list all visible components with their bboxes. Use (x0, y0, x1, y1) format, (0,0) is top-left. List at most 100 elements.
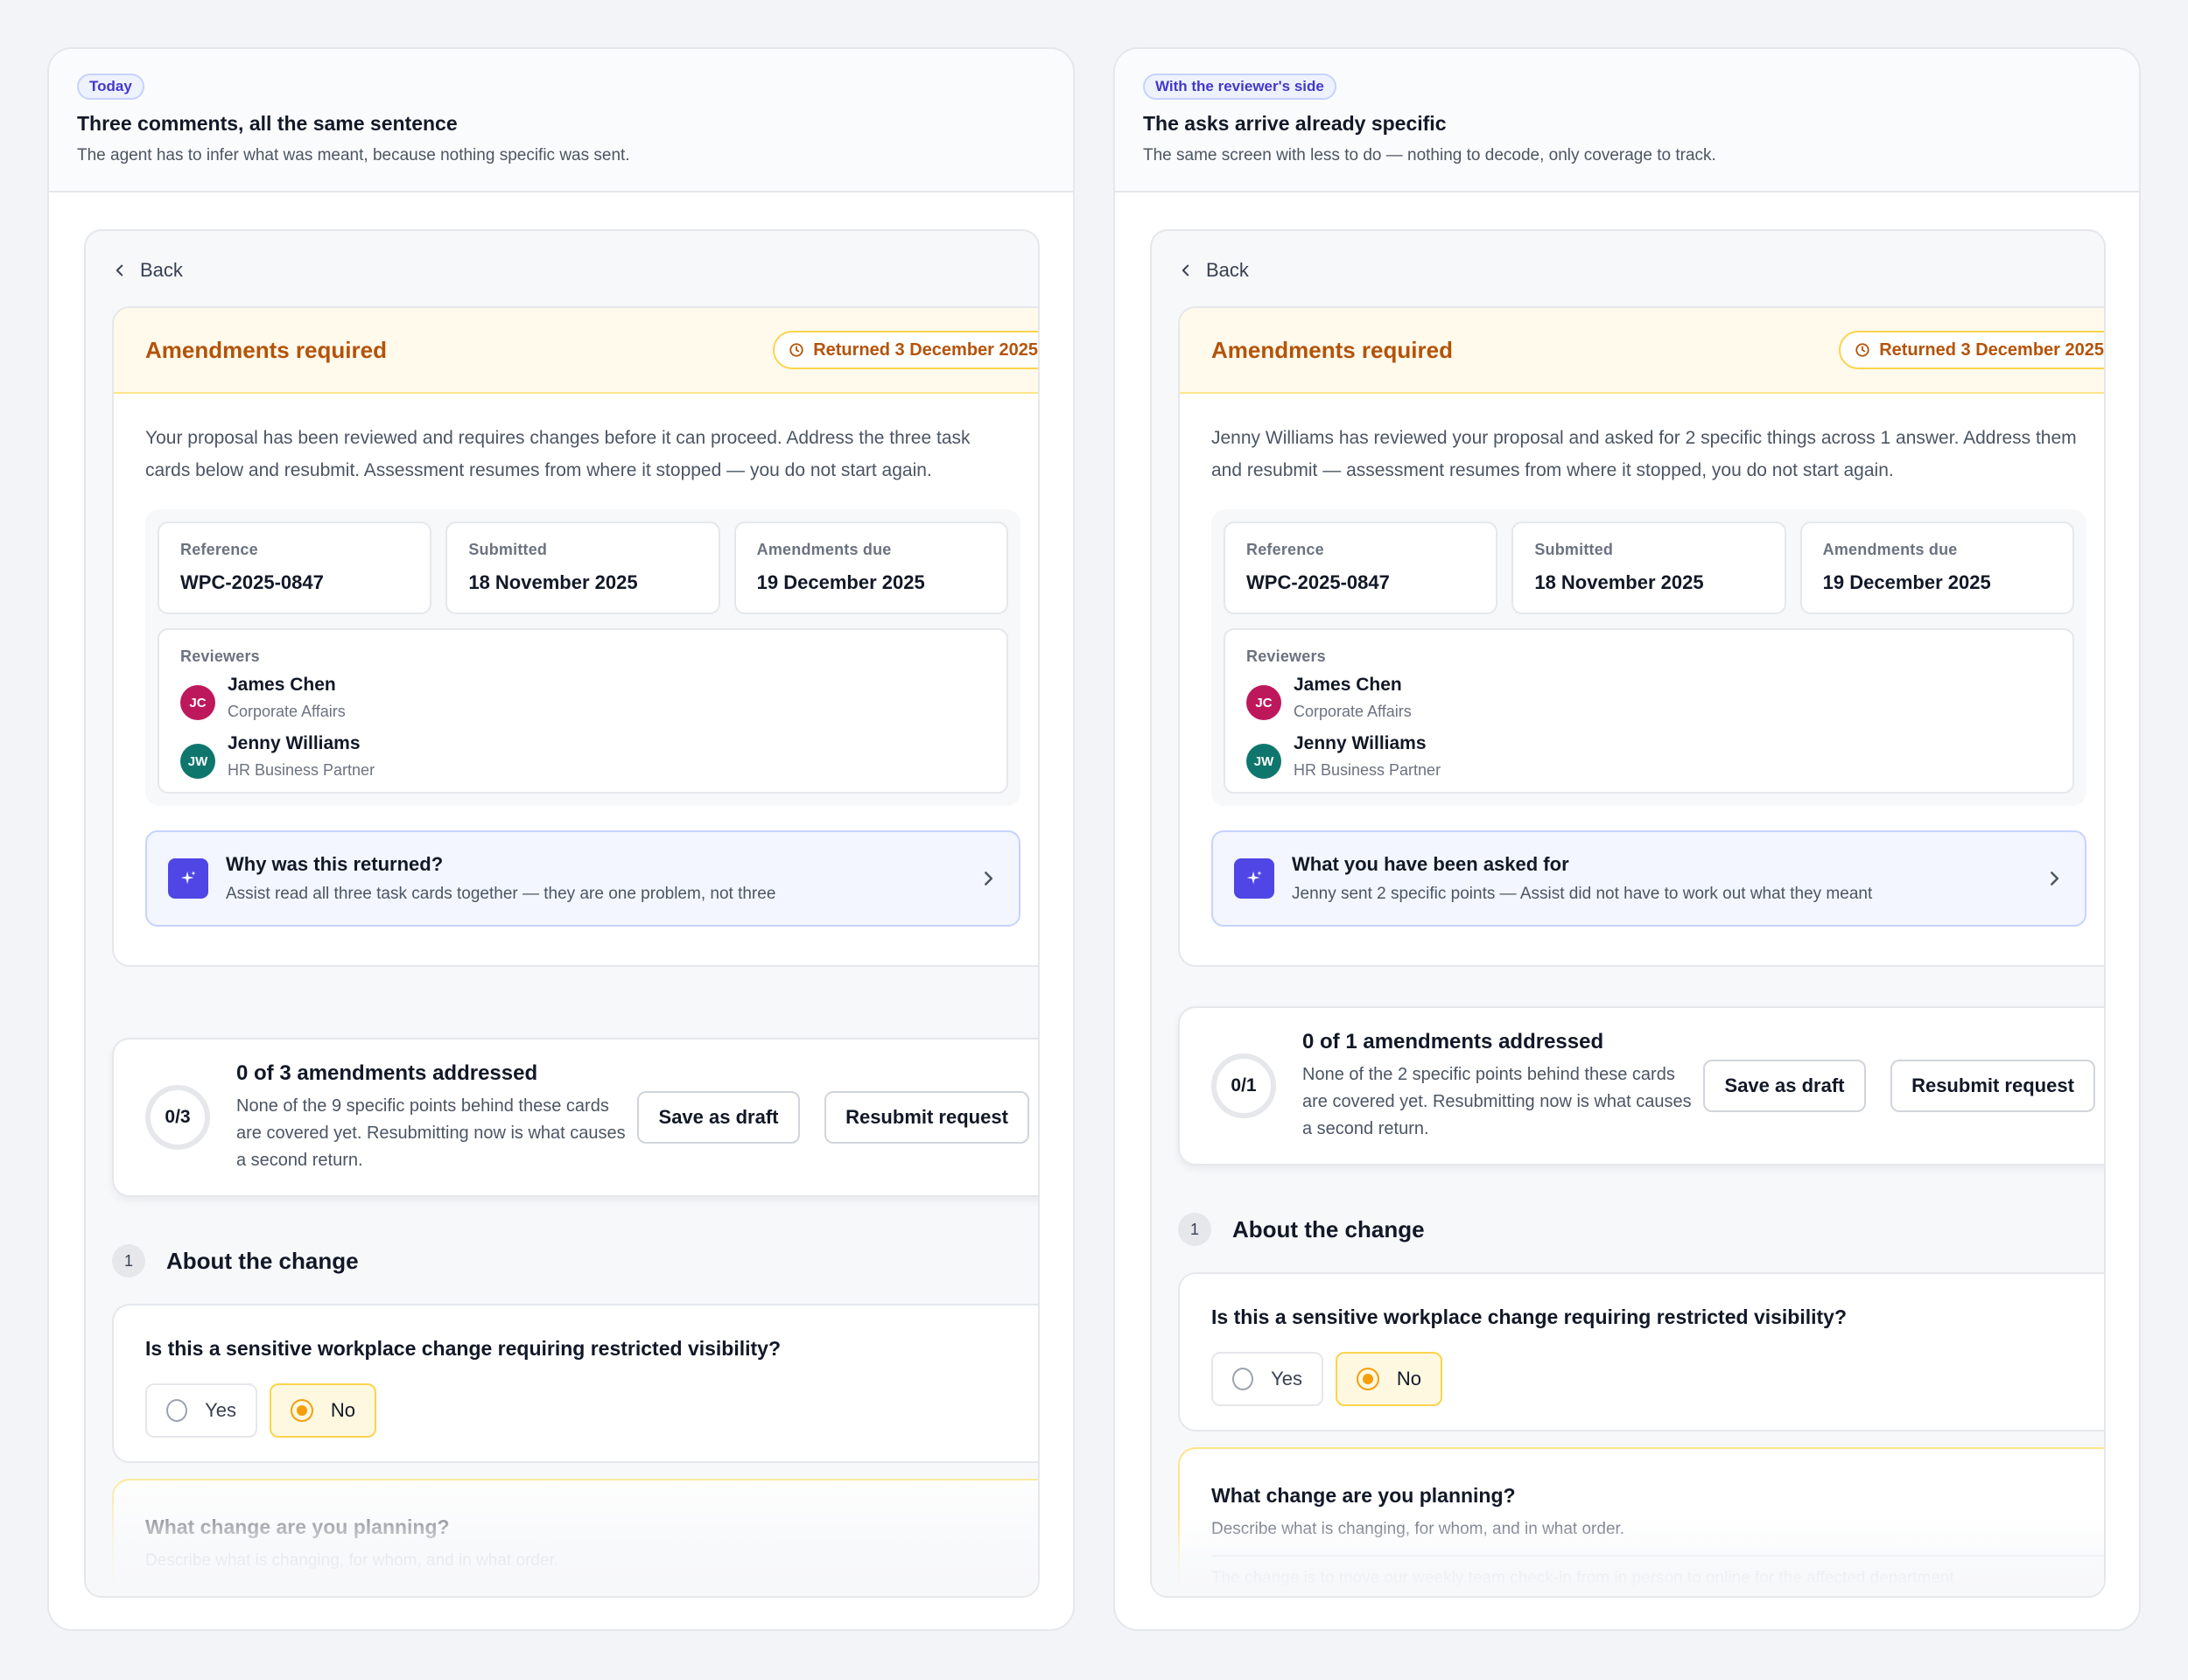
why-returned-card[interactable]: Why was this returned? Assist read all t… (145, 830, 1020, 927)
panel-header: Today Three comments, all the same sente… (49, 49, 1073, 192)
clock-icon (1855, 343, 1869, 357)
asked-for-card[interactable]: What you have been asked for Jenny sent … (1211, 830, 2086, 927)
progress-card: 0/1 0 of 1 amendments addressed None of … (1178, 1006, 2104, 1166)
request-details: Reference WPC-2025-0847 Submitted 18 Nov… (1211, 509, 2086, 806)
plan-card: What change are you planning? Describe w… (112, 1479, 1038, 1596)
meta-label: Reference (1246, 541, 1324, 558)
reviewers-label: Reviewers (180, 648, 260, 665)
meta-label: Reference (180, 541, 258, 558)
panel-title: The asks arrive already specific (1143, 112, 1447, 135)
progress-card: 0/3 0 of 3 amendments addressed None of … (112, 1038, 1038, 1197)
amendments-due-box: Amendments due 19 December 2025 (1799, 522, 2074, 614)
section-header: 1 About the change (112, 1244, 359, 1278)
panel-title: Three comments, all the same sentence (77, 112, 458, 135)
back-label: Back (1206, 259, 1249, 281)
assist-subtitle: Jenny sent 2 specific points — Assist di… (1292, 885, 1873, 903)
panel-tag: With the reviewer's side (1143, 74, 1336, 100)
save-draft-button[interactable]: Save as draft (1703, 1060, 1866, 1112)
avatar: JW (180, 744, 215, 779)
meta-label: Amendments due (756, 541, 892, 558)
radio-no[interactable]: No (270, 1383, 376, 1438)
amendments-due-value: 19 December 2025 (756, 571, 925, 593)
meta-label: Submitted (1534, 541, 1614, 558)
plan-title: What change are you planning? (1211, 1484, 1516, 1507)
progress-subtitle: None of the 2 specific points behind the… (1302, 1064, 1692, 1138)
amendments-header: Amendments required Returned 3 December … (114, 308, 1038, 394)
amendments-intro: Jenny Williams has reviewed your proposa… (1211, 428, 2077, 480)
reference-box: Reference WPC-2025-0847 (1224, 522, 1498, 614)
submitted-value: 18 November 2025 (468, 571, 638, 593)
amendments-title: Amendments required (145, 336, 387, 363)
sparkle-icon (1234, 858, 1274, 899)
returned-badge: Returned 3 December 2025 (773, 331, 1038, 369)
app-screen-frame: Back Amendments required Returned 3 Dece… (84, 229, 1040, 1598)
back-link[interactable]: Back (1178, 257, 1249, 284)
progress-subtitle: None of the 9 specific points behind the… (236, 1096, 626, 1170)
radio-group: Yes No (145, 1383, 1038, 1438)
radio-yes[interactable]: Yes (145, 1383, 257, 1438)
question-card: Is this a sensitive workplace change req… (112, 1304, 1038, 1463)
reviewer-item: JC James Chen Corporate Affairs (1246, 673, 2051, 721)
reviewer-role: HR Business Partner (1294, 761, 1441, 779)
radio-label: No (1396, 1368, 1421, 1390)
radio-no[interactable]: No (1336, 1352, 1442, 1406)
back-link[interactable]: Back (112, 257, 183, 284)
avatar: JC (1246, 685, 1281, 720)
reference-value: WPC-2025-0847 (1246, 571, 1390, 593)
amendments-card: Amendments required Returned 3 December … (112, 306, 1038, 967)
radio-circle (291, 1399, 313, 1422)
radio-label: Yes (205, 1399, 236, 1421)
returned-badge: Returned 3 December 2025 (1839, 331, 2104, 369)
plan-text-field[interactable]: The change is to move our weekly team ch… (1211, 1569, 2104, 1588)
plan-subtitle: Describe what is changing, for whom, and… (145, 1551, 559, 1570)
section-title: About the change (1232, 1215, 1425, 1242)
submitted-box: Submitted 18 November 2025 (445, 522, 720, 614)
avatar: JW (1246, 744, 1281, 779)
clock-icon (789, 343, 803, 357)
chevron-right-icon (2051, 872, 2059, 886)
field-divider (1211, 1555, 2104, 1557)
panel-header: With the reviewer's side The asks arrive… (1115, 49, 2139, 192)
reviewer-role: Corporate Affairs (1294, 703, 1412, 720)
progress-title: 0 of 1 amendments addressed (1302, 1029, 1604, 1054)
step-number: 1 (112, 1244, 145, 1278)
step-number: 1 (1178, 1213, 1211, 1246)
returned-date: Returned 3 December 2025 (813, 340, 1038, 360)
radio-circle (166, 1399, 188, 1422)
assist-title: Why was this returned? (226, 853, 444, 875)
plan-subtitle: Describe what is changing, for whom, and… (1211, 1520, 1625, 1538)
resubmit-button[interactable]: Resubmit request (824, 1091, 1029, 1144)
reviewer-item: JC James Chen Corporate Affairs (180, 673, 985, 721)
reviewer-role: HR Business Partner (228, 761, 375, 779)
radio-group: Yes No (1211, 1352, 2104, 1406)
radio-yes[interactable]: Yes (1211, 1352, 1323, 1406)
returned-date: Returned 3 December 2025 (1879, 340, 2104, 360)
question-text: Is this a sensitive workplace change req… (1211, 1306, 1848, 1328)
progress-ring: 0/1 (1211, 1054, 1276, 1118)
plan-card: What change are you planning? Describe w… (1178, 1447, 2104, 1596)
chevron-right-icon (985, 872, 993, 886)
resubmit-button[interactable]: Resubmit request (1890, 1060, 2095, 1112)
reference-box: Reference WPC-2025-0847 (158, 522, 432, 614)
question-card: Is this a sensitive workplace change req… (1178, 1272, 2104, 1432)
chevron-left-icon (1182, 264, 1189, 276)
section-title: About the change (166, 1247, 359, 1274)
amendments-title: Amendments required (1211, 336, 1453, 363)
radio-label: Yes (1271, 1368, 1302, 1390)
submitted-value: 18 November 2025 (1534, 571, 1704, 593)
reviewers-box: Reviewers JC James Chen Corporate Affair… (158, 628, 1008, 794)
radio-label: No (330, 1399, 355, 1421)
panel-subtitle: The same screen with less to do — nothin… (1143, 146, 1716, 164)
reviewer-name: James Chen (228, 675, 336, 695)
save-draft-button[interactable]: Save as draft (637, 1091, 800, 1144)
app-screen-frame: Back Amendments required Returned 3 Dece… (1150, 229, 2106, 1598)
reviewer-name: Jenny Williams (228, 733, 361, 753)
panel-tag: Today (77, 74, 144, 100)
reviewers-label: Reviewers (1246, 648, 1326, 665)
comparison-panel-reviewer: With the reviewer's side The asks arrive… (1113, 47, 2141, 1631)
reference-value: WPC-2025-0847 (180, 571, 324, 593)
chevron-left-icon (116, 264, 123, 276)
progress-ring: 0/3 (145, 1085, 210, 1150)
amendments-card: Amendments required Returned 3 December … (1178, 306, 2104, 967)
sparkle-icon (168, 858, 208, 899)
